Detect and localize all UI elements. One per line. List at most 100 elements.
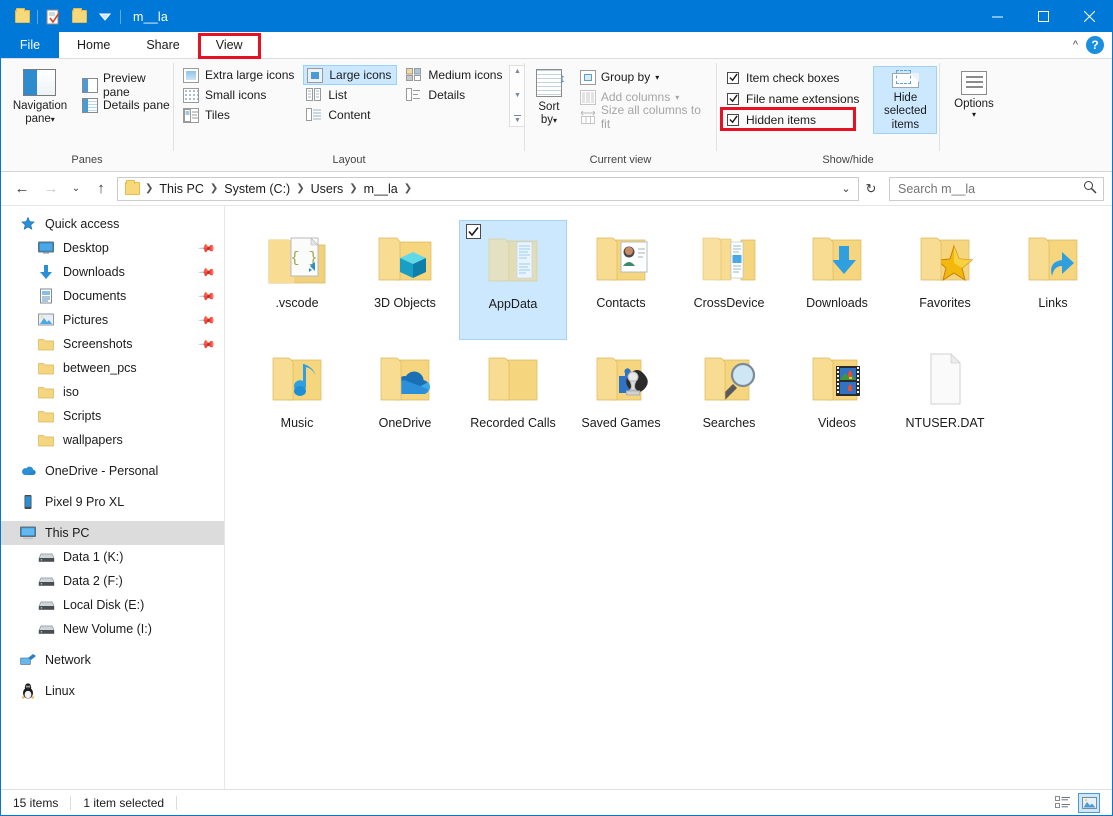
pin-icon[interactable]: 📌 [198,311,217,330]
file-item-links[interactable]: Links [999,220,1107,340]
address-dropdown-icon[interactable]: ⌄ [836,178,856,200]
size-all-columns-button[interactable]: Size all columns to fit [577,107,716,127]
sidebar-item-this-pc[interactable]: This PC [1,521,224,545]
sidebar-item-downloads[interactable]: Downloads 📌 [1,260,224,284]
sidebar-item-pictures[interactable]: Pictures 📌 [1,308,224,332]
layout-tiles[interactable]: Tiles [180,105,299,125]
sidebar-item-local-disk-e[interactable]: Local Disk (E:) [1,593,224,617]
search-icon[interactable] [1083,180,1097,197]
collapse-ribbon-icon[interactable]: ^ [1073,39,1078,51]
maximize-button[interactable] [1020,1,1066,32]
file-item-contacts[interactable]: Contacts [567,220,675,340]
details-pane-button[interactable]: Details pane [79,95,173,115]
sidebar-item-pixel-9-pro-xl[interactable]: Pixel 9 Pro XL [1,490,224,514]
sort-by-button[interactable]: Sort by▾ [529,65,569,127]
sidebar-label: between_pcs [63,361,224,375]
scroll-up-icon[interactable]: ▲ [514,68,521,75]
search-input[interactable] [896,181,1083,197]
chevron-down-icon: ▾ [51,115,55,124]
sidebar-item-desktop[interactable]: Desktop 📌 [1,236,224,260]
file-item-appdata[interactable]: AppData [459,220,567,340]
tab-share[interactable]: Share [128,32,197,58]
search-box[interactable] [889,177,1104,201]
recent-locations-button[interactable]: ⌄ [67,177,85,201]
layout-details[interactable]: Details [403,85,507,105]
properties-icon[interactable] [40,4,66,30]
breadcrumb-this-pc[interactable]: This PC [154,182,208,196]
file-item-downloads[interactable]: Downloads [783,220,891,340]
pin-icon[interactable]: 📌 [198,263,217,282]
tab-view[interactable]: View [198,32,261,58]
scroll-down-icon[interactable]: ▼ [514,92,521,99]
file-item-vscode[interactable]: { } .vscode [243,220,351,340]
item-check-boxes-checkbox[interactable]: Item check boxes [723,67,863,88]
tab-file[interactable]: File [1,32,59,58]
address-bar[interactable]: ❯ This PC ❯ System (C:) ❯ Users ❯ m__la … [117,177,859,201]
file-item-crossdevice[interactable]: CrossDevice [675,220,783,340]
file-item-onedrive[interactable]: OneDrive [351,340,459,460]
breadcrumb-system-c[interactable]: System (C:) [219,182,295,196]
sidebar-item-new-volume-i[interactable]: New Volume (I:) [1,617,224,641]
refresh-button[interactable]: ↻ [862,177,880,201]
hide-selected-items-button[interactable]: Hide selected items [873,66,937,134]
layout-content[interactable]: Content [303,105,397,125]
sidebar-item-scripts[interactable]: Scripts [1,404,224,428]
layout-extra-large-icons[interactable]: Extra large icons [180,65,299,85]
back-button[interactable]: ← [9,177,35,201]
navigation-pane-button[interactable]: Navigation pane▾ [7,65,73,126]
details-view-button[interactable] [1052,793,1074,813]
file-item-ntuser-dat[interactable]: NTUSER.DAT [891,340,999,460]
large-icons-view-button[interactable] [1078,793,1100,813]
sidebar-item-network[interactable]: Network [1,648,224,672]
close-button[interactable] [1066,1,1112,32]
sidebar-item-between-pcs[interactable]: between_pcs [1,356,224,380]
file-list-view[interactable]: { } .vscode [225,206,1112,789]
preview-pane-button[interactable]: Preview pane [79,75,173,95]
sidebar-item-data-2-f[interactable]: Data 2 (F:) [1,569,224,593]
breadcrumb-separator[interactable]: ❯ [295,183,305,194]
pin-icon[interactable]: 📌 [198,239,217,258]
pin-icon[interactable]: 📌 [198,335,217,354]
sidebar-item-documents[interactable]: Documents 📌 [1,284,224,308]
options-button[interactable]: Options ▾ [940,65,1008,119]
breadcrumb-users[interactable]: Users [306,182,349,196]
group-by-button[interactable]: Group by ▾ [577,67,716,87]
new-folder-icon[interactable] [66,4,92,30]
layout-medium-icons[interactable]: Medium icons [403,65,507,85]
file-item-recorded-calls[interactable]: Recorded Calls [459,340,567,460]
layout-list[interactable]: List [303,85,397,105]
customize-qat-icon[interactable] [92,4,118,30]
file-item-3d-objects[interactable]: 3D Objects [351,220,459,340]
tab-home[interactable]: Home [59,32,128,58]
file-item-searches[interactable]: Searches [675,340,783,460]
sidebar-item-linux[interactable]: Linux [1,679,224,703]
sidebar-item-onedrive-personal[interactable]: OneDrive - Personal [1,459,224,483]
minimize-button[interactable] [974,1,1020,32]
folder-icon[interactable] [9,4,35,30]
up-button[interactable]: ↑ [88,177,114,201]
breadcrumb-m-la[interactable]: m__la [359,182,403,196]
pin-icon[interactable]: 📌 [198,287,217,306]
layout-large-icons[interactable]: Large icons [303,65,397,85]
file-item-saved-games[interactable]: Saved Games [567,340,675,460]
file-item-music[interactable]: Music [243,340,351,460]
file-item-videos[interactable]: Videos [783,340,891,460]
sidebar-item-data-1-k[interactable]: Data 1 (K:) [1,545,224,569]
sidebar-item-wallpapers[interactable]: wallpapers [1,428,224,452]
breadcrumb-separator[interactable]: ❯ [403,183,413,194]
sidebar-item-quick-access[interactable]: Quick access [1,212,224,236]
breadcrumb-separator[interactable]: ❯ [209,183,219,194]
file-name-extensions-checkbox[interactable]: File name extensions [723,88,863,109]
sidebar-item-screenshots[interactable]: Screenshots 📌 [1,332,224,356]
layout-scroll-controls[interactable]: ▲ ▼ ▼ [509,65,525,127]
drive-icon [37,600,55,611]
layout-column-2: Large icons List Content [303,65,397,127]
sidebar-item-iso[interactable]: iso [1,380,224,404]
help-icon[interactable]: ? [1086,36,1104,54]
expand-gallery-icon[interactable]: ▼ [514,115,521,124]
breadcrumb-separator[interactable]: ❯ [348,183,358,194]
file-item-favorites[interactable]: Favorites [891,220,999,340]
forward-button[interactable]: → [38,177,64,201]
hidden-items-checkbox[interactable]: Hidden items [723,109,863,130]
layout-small-icons[interactable]: Small icons [180,85,299,105]
